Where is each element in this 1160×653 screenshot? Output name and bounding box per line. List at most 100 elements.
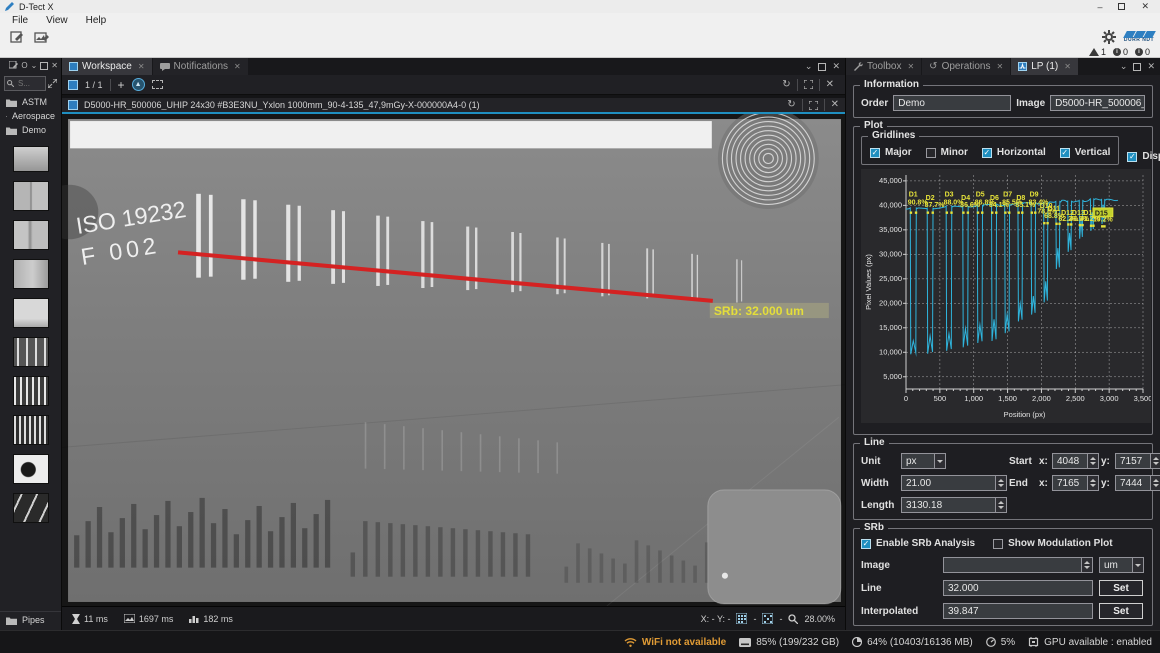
end-x-field[interactable]: 7165 (1052, 475, 1099, 491)
close-button[interactable]: ✕ (1141, 1, 1149, 12)
expand-arrows-icon[interactable] (48, 79, 57, 88)
checkbox[interactable] (993, 539, 1003, 549)
radiograph-image[interactable]: ISO 19232 F 002 SRb: 32.000 um (62, 114, 845, 606)
tab-close-icon[interactable]: ✕ (907, 62, 914, 71)
menu-help[interactable]: Help (77, 15, 116, 26)
chevron-down-icon[interactable]: ⌄ (805, 61, 813, 72)
enable-srb-analysis-checkbox[interactable]: ✓Enable SRb Analysis (861, 538, 975, 549)
thumbnail[interactable] (13, 493, 49, 523)
order-filter[interactable]: O (21, 61, 27, 70)
refresh-icon[interactable]: ↻ (782, 80, 790, 90)
width-field[interactable]: 21.00 (901, 475, 1007, 491)
warning-badge[interactable]: 1 (1089, 47, 1106, 57)
gridlines-horizontal-checkbox[interactable]: ✓Horizontal (982, 147, 1046, 158)
checkbox[interactable] (926, 148, 936, 158)
close-icon[interactable]: ✕ (826, 80, 834, 90)
tab-lp[interactable]: LP (1)✕ (1011, 58, 1078, 75)
spinner[interactable] (1151, 453, 1160, 469)
new-order-icon[interactable] (9, 61, 18, 70)
tab-notifications[interactable]: Notifications✕ (153, 58, 248, 75)
srb-interpolated-set-button[interactable]: Set (1099, 603, 1143, 619)
checkbox[interactable]: ✓ (1060, 148, 1070, 158)
sidebar-item-demo[interactable]: Demo (0, 123, 61, 137)
tab-close-icon[interactable]: ✕ (1064, 62, 1071, 71)
popout-icon[interactable] (40, 62, 48, 70)
thumbnail[interactable] (13, 376, 49, 406)
spinner[interactable] (1088, 475, 1099, 491)
srb-line-set-button[interactable]: Set (1099, 580, 1143, 596)
thumbnail[interactable] (13, 454, 49, 484)
checkbox[interactable]: ✓ (982, 148, 992, 158)
zoom-level[interactable]: 28.00% (804, 614, 835, 624)
layout-button[interactable]: ▲ (132, 78, 145, 91)
image-viewport[interactable]: ISO 19232 F 002 SRb: 32.000 um (62, 114, 845, 606)
display-inverted-values-checkbox[interactable]: ✓Display Inverted Values (1127, 151, 1160, 162)
thumbnail[interactable] (13, 181, 49, 211)
close-icon[interactable]: ✕ (831, 100, 839, 110)
maximize-button[interactable] (1118, 3, 1125, 10)
sidebar-item-aerospace[interactable]: Aerospace (0, 109, 61, 123)
thumbnail[interactable] (13, 298, 49, 328)
image-field[interactable]: D5000-HR_500006_UHIP 24x30 #B (1050, 95, 1145, 111)
fit-view-icon[interactable] (804, 80, 813, 89)
close-icon[interactable]: ✕ (832, 61, 840, 72)
spinner[interactable] (1151, 475, 1160, 491)
settings-gear-icon[interactable] (1102, 30, 1116, 44)
tab-close-icon[interactable]: ✕ (996, 62, 1003, 71)
select-all-checkbox[interactable] (68, 80, 78, 90)
info-badge-2[interactable]: i0 (1135, 47, 1150, 57)
fit-view-icon[interactable] (809, 101, 818, 110)
sidebar-item-astm[interactable]: ASTM (0, 95, 61, 109)
close-icon[interactable]: ✕ (1147, 61, 1155, 72)
lp-profile-chart[interactable] (861, 169, 1151, 423)
menu-file[interactable]: File (3, 15, 37, 26)
tab-operations[interactable]: ↺ Operations✕ (922, 58, 1010, 75)
tab-close-icon[interactable]: ✕ (138, 62, 145, 71)
menu-view[interactable]: View (37, 15, 77, 26)
thumbnail[interactable] (13, 337, 49, 367)
document-checkbox[interactable] (68, 100, 78, 110)
info-badge-1[interactable]: i0 (1113, 47, 1128, 57)
edit-image-icon[interactable] (34, 31, 49, 44)
minimize-button[interactable]: – (1097, 2, 1102, 12)
start-y-field[interactable]: 7157 (1115, 453, 1160, 469)
srb-interpolated-field[interactable]: 39.847 (943, 603, 1093, 619)
start-x-field[interactable]: 4048 (1052, 453, 1099, 469)
pixel-value-grid-icon[interactable] (762, 613, 773, 624)
chevron-down-icon[interactable]: ⌄ (1120, 61, 1128, 72)
unit-select[interactable]: px (901, 453, 947, 469)
srb-image-field[interactable] (943, 557, 1093, 573)
pixel-grid-icon[interactable] (736, 613, 747, 624)
thumbnail[interactable] (13, 146, 49, 172)
spinner[interactable] (996, 497, 1007, 513)
popout-icon[interactable] (818, 63, 826, 71)
thumbnail[interactable] (13, 220, 49, 250)
marquee-select-icon[interactable] (152, 80, 163, 89)
gridlines-major-checkbox[interactable]: ✓Major (870, 147, 912, 158)
spinner[interactable] (1088, 453, 1099, 469)
thumbnail[interactable] (13, 259, 49, 289)
show-modulation-plot-checkbox[interactable]: Show Modulation Plot (993, 538, 1112, 549)
popout-icon[interactable] (1133, 63, 1141, 71)
close-icon[interactable]: ✕ (51, 61, 58, 70)
srb-line-field[interactable]: 32.000 (943, 580, 1093, 596)
checkbox[interactable]: ✓ (861, 539, 871, 549)
srb-unit-select[interactable]: um (1099, 557, 1145, 573)
tab-close-icon[interactable]: ✕ (234, 62, 241, 71)
checkbox[interactable]: ✓ (870, 148, 880, 158)
length-field[interactable]: 3130.18 (901, 497, 1007, 513)
chevron-down-icon[interactable]: ⌄ (31, 61, 38, 70)
spinner[interactable] (1082, 557, 1093, 573)
end-y-field[interactable]: 7444 (1115, 475, 1160, 491)
document-titlebar[interactable]: D5000-HR_500006_UHIP 24x30 #B3E3NU_Yxlon… (62, 98, 845, 114)
search-input[interactable] (16, 78, 38, 89)
tab-workspace[interactable]: Workspace✕ (62, 58, 152, 75)
refresh-icon[interactable]: ↻ (787, 100, 795, 110)
order-field[interactable]: Demo (893, 95, 1011, 111)
edit-report-icon[interactable] (10, 31, 24, 44)
gridlines-minor-checkbox[interactable]: Minor (926, 147, 968, 158)
sidebar-item-pipes[interactable]: Pipes (0, 611, 61, 630)
thumbnail[interactable] (13, 415, 49, 445)
tab-toolbox[interactable]: Toolbox✕ (846, 58, 921, 75)
add-page-button[interactable]: + (118, 78, 125, 92)
